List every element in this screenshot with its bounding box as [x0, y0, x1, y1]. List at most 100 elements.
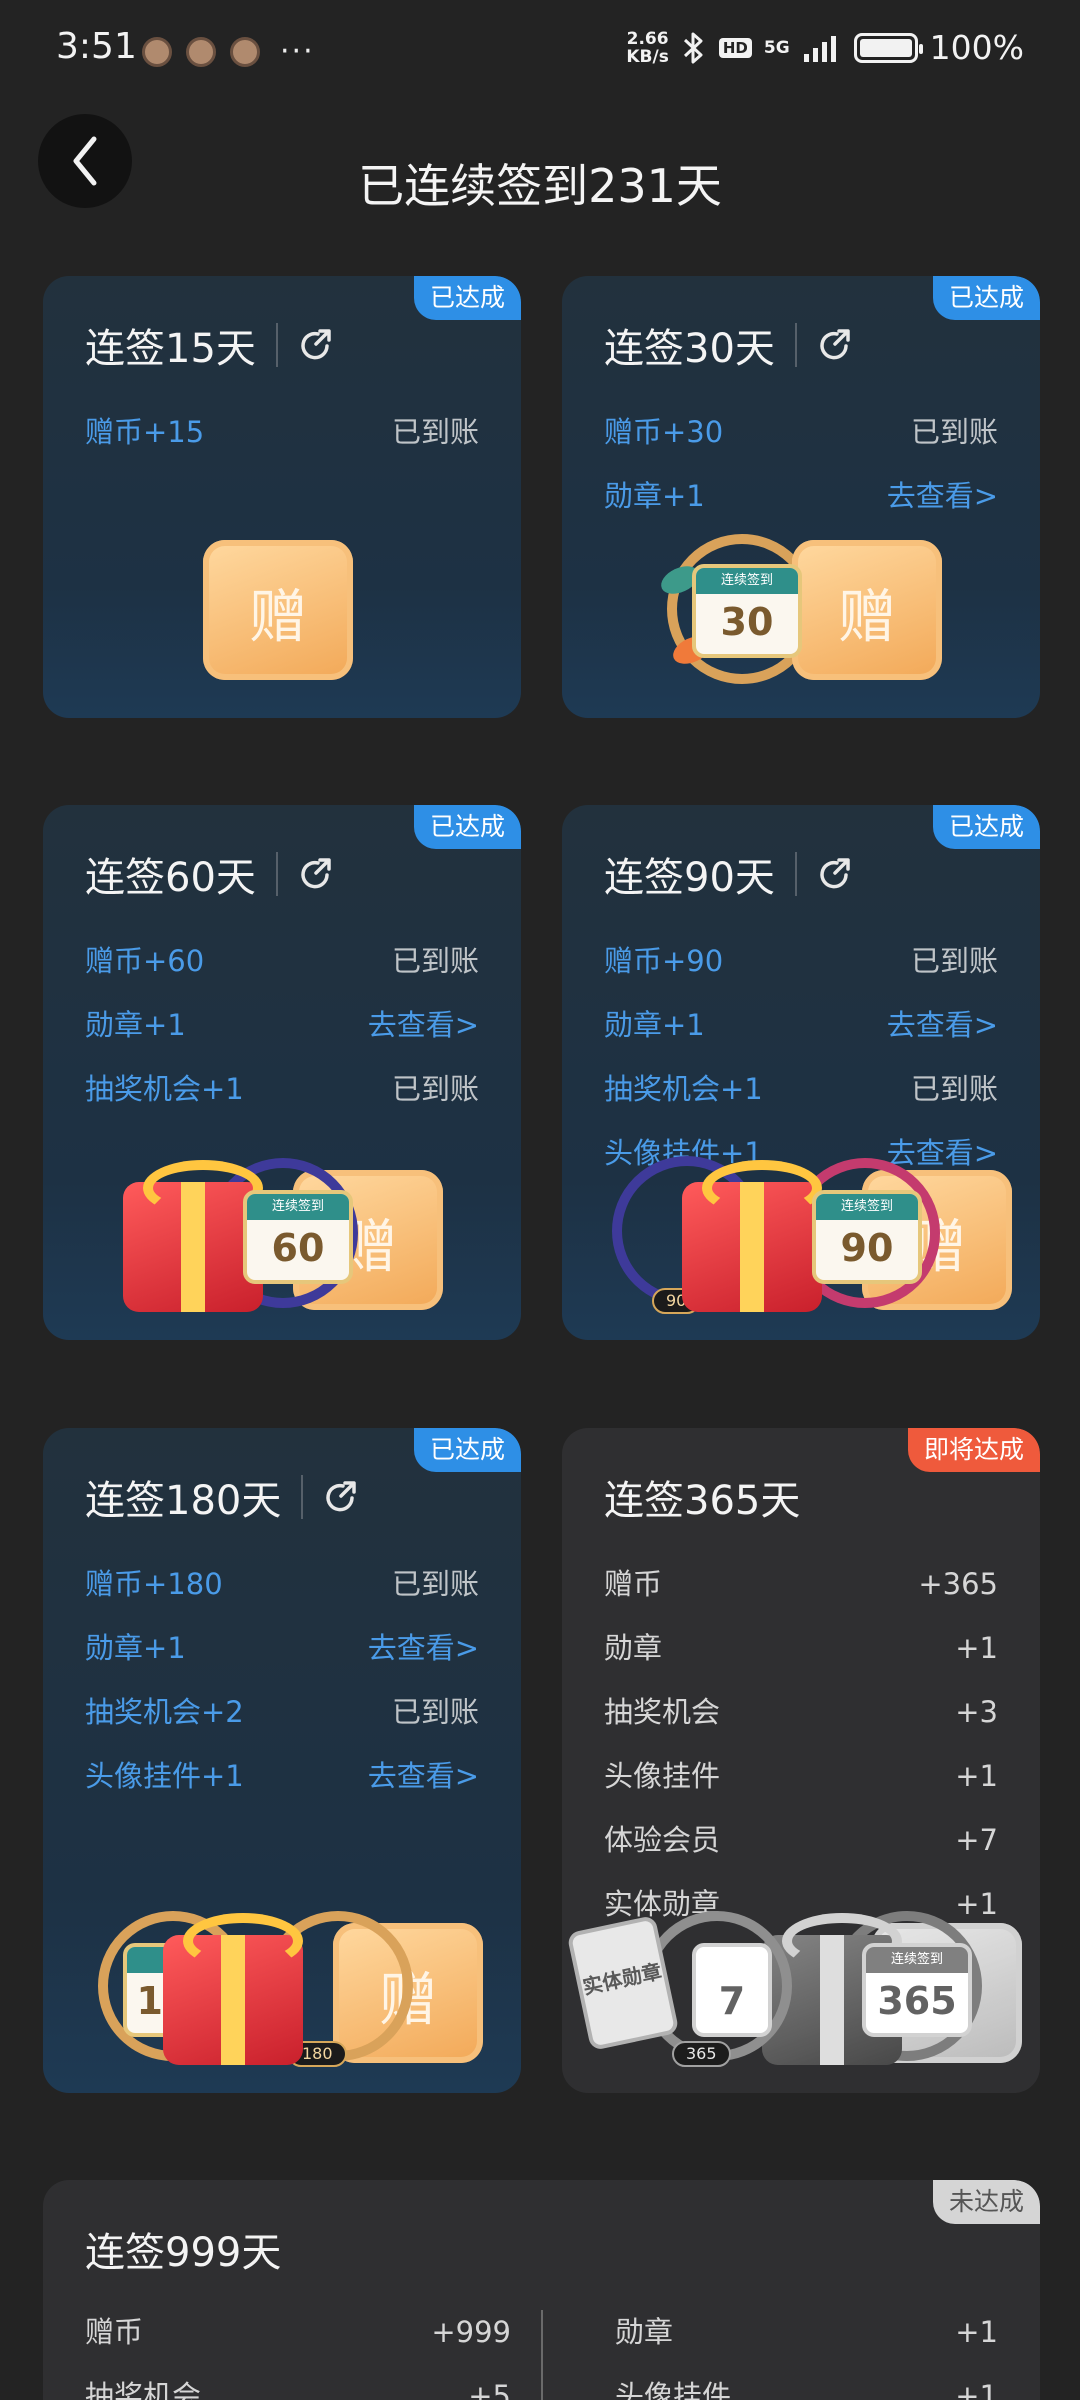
reward-illustration: 18 赠 180 [43, 1903, 521, 2073]
reward-label: 抽奖机会 [604, 1695, 721, 1729]
reward-label: 赠币+15 [85, 415, 205, 449]
status-time: 3:51 [56, 26, 137, 67]
network-type: 5G [763, 37, 790, 58]
reward-label: 勋章+1 [604, 1008, 705, 1042]
reward-list: 赠币 +365 勋章 +1 抽奖机会 +3 头像挂件 +1 体验会员 +7 实体… [604, 1552, 998, 1936]
share-button[interactable] [296, 326, 334, 364]
signal-icon [803, 35, 836, 62]
reward-amount: +999 [431, 2315, 511, 2349]
reward-list-right: 勋章 +1 头像挂件 +1 [615, 2300, 998, 2400]
card-title: 连签60天 [85, 845, 334, 903]
reward-row: 勋章+1 去查看> [604, 464, 998, 528]
share-button[interactable] [815, 326, 853, 364]
gift-box-icon [682, 1160, 822, 1312]
card-title: 连签365天 [604, 1468, 800, 1526]
view-link[interactable]: 去查看> [887, 993, 998, 1057]
reward-status: 已到账 [391, 1695, 479, 1729]
share-button[interactable] [815, 855, 853, 893]
reward-list: 赠币+15 已到账 [85, 400, 479, 464]
reward-row: 勋章 +1 [615, 2300, 998, 2364]
network-speed: 2.66 KB/s [626, 30, 668, 66]
app-avatar-icon [230, 36, 260, 67]
reward-amount: +7 [955, 1823, 998, 1857]
view-link[interactable]: 去查看> [368, 993, 479, 1057]
calendar-number: 90 [840, 1226, 894, 1270]
status-badge: 已达成 [932, 276, 1040, 320]
share-icon [820, 858, 850, 889]
status-badge: 已达成 [413, 276, 521, 320]
card-title-text: 连签30天 [604, 326, 775, 372]
reward-row: 赠币+15 已到账 [85, 400, 479, 464]
card-title: 连签15天 [85, 316, 334, 374]
calendar-caption: 连续签到 [866, 1947, 968, 1973]
reward-row: 头像挂件 +1 [615, 2364, 998, 2400]
reward-row: 体验会员 +7 [604, 1808, 998, 1872]
reward-illustration: 赠 [43, 528, 521, 698]
title-divider [275, 323, 278, 367]
milestone-card-15: 已达成 连签15天 赠币+15 已到账 赠 [43, 276, 521, 718]
gift-box-icon [123, 1160, 263, 1312]
calendar-number: 365 [877, 1979, 957, 2023]
reward-status: 已到账 [391, 1567, 479, 1601]
calendar-caption: 连续签到 [247, 1194, 349, 1220]
physical-medal-label: 实体勋章 [580, 1959, 664, 2000]
reward-row: 赠币+90 已到账 [604, 929, 998, 993]
network-speed-unit: KB/s [626, 46, 669, 67]
card-title-text: 连签365天 [604, 1478, 801, 1524]
card-title: 连签90天 [604, 845, 853, 903]
reward-list: 赠币+60 已到账 勋章+1 去查看> 抽奖机会+1 已到账 [85, 929, 479, 1121]
reward-label: 赠币+90 [604, 944, 724, 978]
card-title-text: 连签15天 [85, 326, 256, 372]
status-badge: 已达成 [413, 805, 521, 849]
title-divider [275, 852, 278, 896]
reward-amount: +1 [955, 1759, 998, 1793]
reward-status: 已到账 [391, 415, 479, 449]
card-title-text: 连签90天 [604, 855, 775, 901]
ticket-glyph: 赠 [248, 583, 307, 651]
vip-number: 7 [718, 1979, 746, 2023]
coupon-ticket-icon: 赠 [203, 540, 353, 680]
calendar-number: 60 [271, 1226, 325, 1270]
column-divider [541, 2310, 543, 2400]
reward-label: 抽奖机会+1 [604, 1072, 763, 1106]
share-button[interactable] [296, 855, 334, 893]
coupon-ticket-icon: 赠 [792, 540, 942, 680]
calendar-badge-icon: 连续签到 365 [862, 1943, 972, 2037]
milestone-card-180: 已达成 连签180天 赠币+180 已到账 勋章+1 去查看> 抽奖机会+2 已… [43, 1428, 521, 2093]
reward-row: 抽奖机会+1 已到账 [604, 1057, 998, 1121]
reward-label: 头像挂件+1 [85, 1759, 244, 1793]
view-link[interactable]: 去查看> [887, 464, 998, 528]
reward-label: 勋章 [615, 2315, 674, 2349]
reward-label: 抽奖机会+2 [85, 1695, 244, 1729]
reward-row: 勋章 +1 [604, 1616, 998, 1680]
view-link[interactable]: 去查看> [368, 1616, 479, 1680]
reward-row: 赠币 +999 [85, 2300, 511, 2364]
status-badge: 未达成 [932, 2180, 1040, 2224]
reward-label: 抽奖机会 [85, 2379, 202, 2400]
hd-voice-icon: HD [718, 37, 752, 58]
reward-label: 头像挂件 [615, 2379, 732, 2400]
reward-status: 已到账 [910, 1072, 998, 1106]
status-badge: 已达成 [932, 805, 1040, 849]
milestone-card-90: 已达成 连签90天 赠币+90 已到账 勋章+1 去查看> 抽奖机会+1 已到账… [562, 805, 1040, 1340]
calendar-caption: 连续签到 [696, 568, 798, 594]
milestone-card-60: 已达成 连签60天 赠币+60 已到账 勋章+1 去查看> 抽奖机会+1 已到账… [43, 805, 521, 1340]
reward-status: 已到账 [391, 1072, 479, 1106]
card-title-text: 连签60天 [85, 855, 256, 901]
reward-amount: +1 [955, 2379, 998, 2400]
reward-label: 勋章+1 [604, 479, 705, 513]
reward-illustration: 赠 连续签到 30 [562, 528, 1040, 698]
battery-percent: 100% [929, 28, 1024, 67]
avatar-frame-tag: 365 [672, 2041, 731, 2067]
network-speed-value: 2.66 [626, 28, 669, 49]
card-title: 连签999天 [85, 2220, 281, 2278]
title-divider [794, 852, 797, 896]
reward-status: 已到账 [910, 944, 998, 978]
share-button[interactable] [321, 1478, 359, 1516]
calendar-badge-icon: 连续签到 60 [243, 1190, 353, 1284]
reward-amount: +365 [918, 1567, 998, 1601]
reward-list: 赠币+180 已到账 勋章+1 去查看> 抽奖机会+2 已到账 头像挂件+1 去… [85, 1552, 479, 1808]
reward-row: 勋章+1 去查看> [85, 1616, 479, 1680]
view-link[interactable]: 去查看> [368, 1744, 479, 1808]
reward-status: 已到账 [910, 415, 998, 449]
